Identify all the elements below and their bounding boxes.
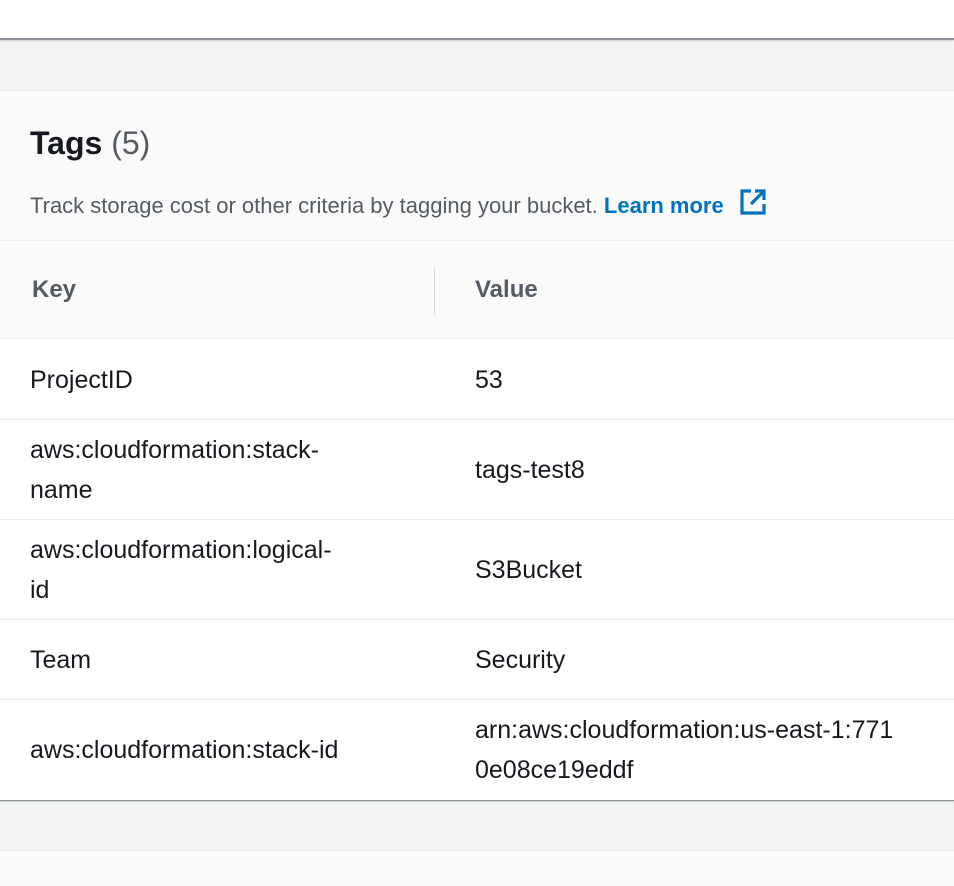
tag-key-line: aws:cloudformation:stack- (30, 435, 320, 464)
tag-key: aws:cloudformation:stack- name (30, 430, 410, 510)
tag-key: aws:cloudformation:stack-id (30, 736, 339, 764)
tag-key: aws:cloudformation:logical- id (30, 530, 410, 610)
tags-description-text: Track storage cost or other criteria by … (30, 193, 598, 218)
tags-panel: Tags (5) Track storage cost or other cri… (0, 90, 954, 801)
table-row: aws:cloudformation:stack- name tags-test… (0, 420, 954, 520)
tag-value: Security (475, 645, 566, 674)
learn-more-label: Learn more (603, 193, 724, 218)
tag-value: tags-test8 (475, 455, 585, 484)
tag-value-line: 0e08ce19eddf (475, 756, 634, 784)
tag-key-line: id (30, 575, 50, 604)
tags-title: Tags (30, 125, 103, 161)
table-row: aws:cloudformation:logical- id S3Bucket (0, 520, 954, 620)
tag-value: 53 (475, 365, 503, 394)
next-section (0, 850, 954, 886)
table-row: aws:cloudformation:stack-id arn:aws:clou… (0, 700, 954, 800)
tag-key: Team (30, 645, 92, 674)
page-title: Tags (5) (30, 125, 150, 161)
tag-key-line: aws:cloudformation:logical- (30, 535, 332, 564)
table-body: ProjectID 53 aws:cloudformation:stack- n… (0, 340, 954, 800)
learn-more-link[interactable]: Learn more (603, 189, 768, 218)
tags-description: Track storage cost or other criteria by … (30, 187, 768, 220)
tag-value-line: arn:aws:cloudformation:us-east-1:771 (475, 716, 894, 744)
tags-count: (5) (111, 125, 151, 161)
tag-value: arn:aws:cloudformation:us-east-1:771 0e0… (475, 710, 954, 790)
top-section (0, 0, 954, 40)
column-divider (434, 267, 435, 315)
table-row: Team Security (0, 620, 954, 700)
table-header: Key Value (0, 241, 954, 339)
tag-key-line: name (30, 475, 93, 504)
column-header-key[interactable]: Key (32, 275, 76, 305)
table-row: ProjectID 53 (0, 340, 954, 420)
column-header-value[interactable]: Value (475, 275, 538, 305)
external-link-icon (740, 189, 766, 215)
tags-panel-header: Tags (5) Track storage cost or other cri… (0, 91, 954, 241)
tag-key: ProjectID (30, 365, 133, 394)
tag-value: S3Bucket (475, 555, 583, 584)
